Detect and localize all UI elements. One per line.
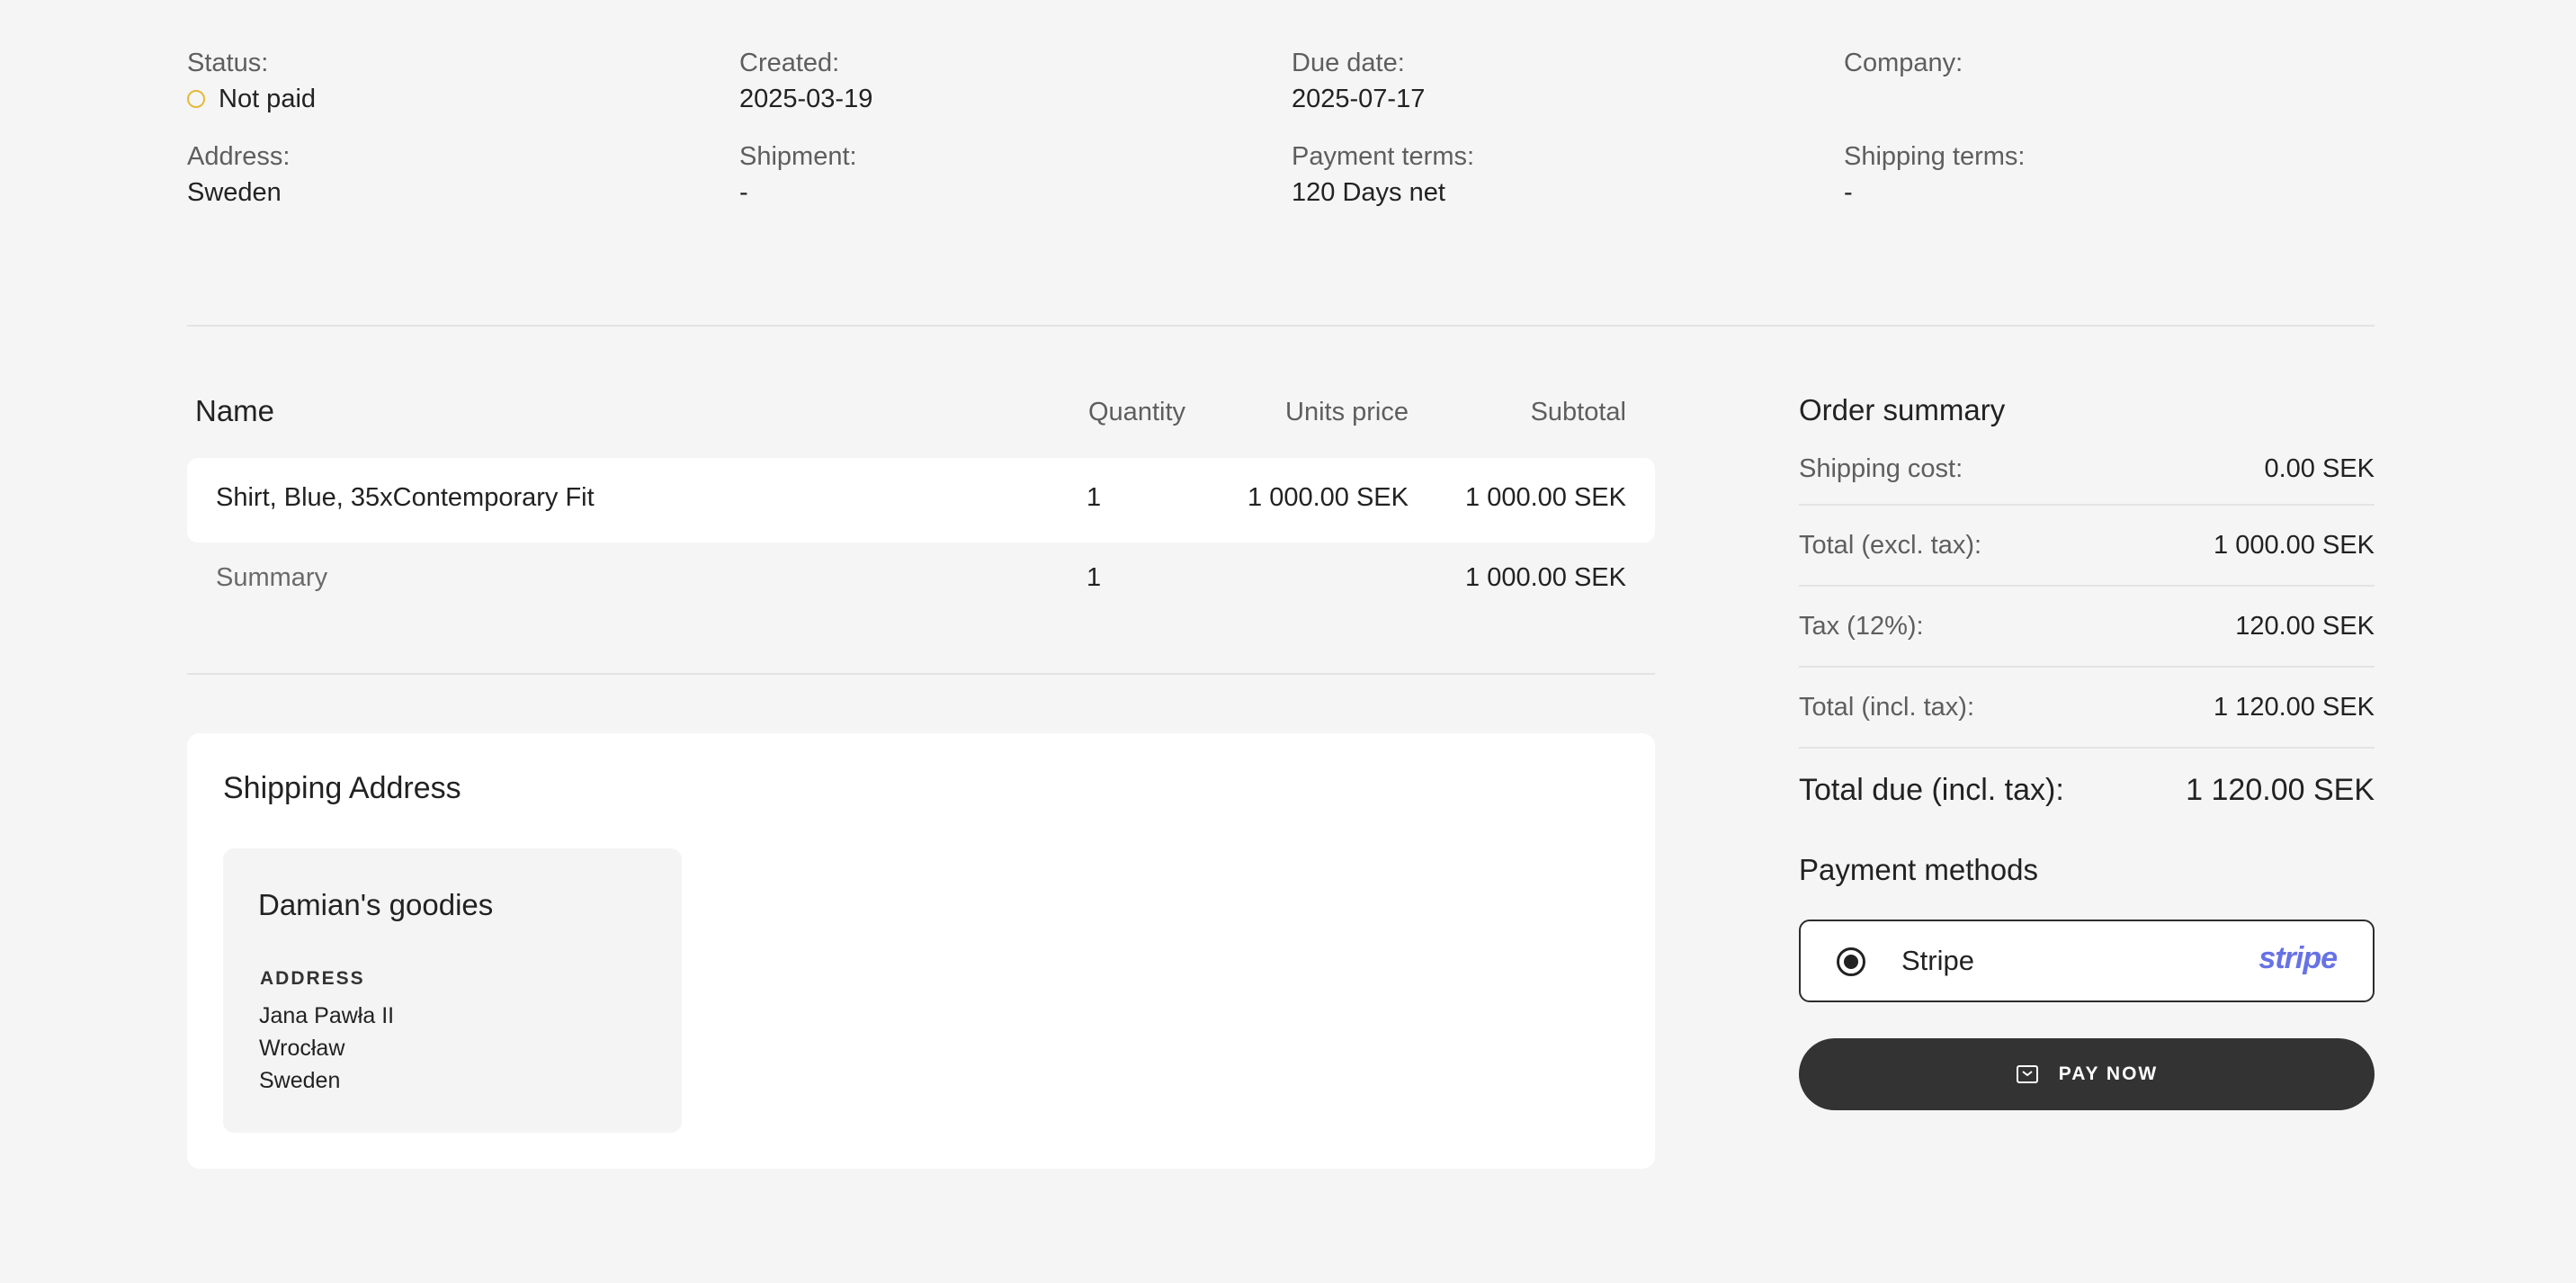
order-summary-title: Order summary [1799,393,2006,426]
summary-row-label: Total (incl. tax): [1799,692,1974,722]
company-label: Company: [1844,49,1963,77]
address-value: Sweden [187,178,282,207]
summary-label: Summary [216,563,328,592]
shipment-label: Shipment: [739,142,857,171]
item-subtotal: 1 000.00 SEK [1465,483,1626,512]
column-header-units-price: Units price [1285,398,1409,426]
payment-methods-title: Payment methods [1799,853,2038,886]
payment-terms-label: Payment terms: [1292,142,1475,171]
order-summary-panel: Order summary Shipping cost: 0.00 SEK To… [1799,387,2375,1110]
payment-option-stripe[interactable]: Stripe stripe [1799,920,2375,1002]
table-row: Shirt, Blue, 35xContemporary Fit 1 1 000… [187,458,1655,543]
stripe-logo: stripe [2258,941,2338,975]
payment-terms-value: 120 Days net [1292,178,1445,207]
summary-row-total-due: Total due (incl. tax): 1 120.00 SEK [1799,749,2375,831]
company-field: Company: [1844,45,2375,117]
summary-row-label: Total (excl. tax): [1799,530,1982,560]
shipping-address-title: Shipping Address [223,771,461,805]
status-text: Not paid [219,85,317,113]
summary-row-total-excl: Total (excl. tax): 1 000.00 SEK [1799,506,2375,587]
payment-method-label: Stripe [1901,945,1974,976]
address-field: Address: Sweden [187,139,739,211]
summary-row-value: 120.00 SEK [2235,611,2375,641]
pay-now-label: PAY NOW [2058,1063,2159,1084]
address-line: Sweden [259,1068,341,1093]
column-header-quantity: Quantity [1088,398,1185,426]
item-units-price: 1 000.00 SEK [1248,483,1409,512]
recipient-name: Damian's goodies [258,888,494,921]
created-value: 2025-03-19 [739,85,873,113]
table-summary-row: Summary 1 1 000.00 SEK [187,551,1655,610]
divider [187,673,1655,675]
summary-row-label: Shipping cost: [1799,453,1963,483]
divider [187,325,2375,327]
shipping-address-card: Shipping Address Damian's goodies ADDRES… [187,733,1655,1169]
shipment-field: Shipment: - [739,139,1292,211]
item-quantity: 1 [1087,483,1102,512]
total-due-value: 1 120.00 SEK [2186,772,2375,807]
status-value: Not paid [187,81,739,117]
status-field: Status: Not paid [187,45,739,117]
summary-row-label: Tax (12%): [1799,611,1924,641]
column-header-name: Name [195,394,275,427]
total-due-label: Total due (incl. tax): [1799,772,2064,807]
column-header-subtotal: Subtotal [1530,398,1626,426]
address-label: Address: [187,142,291,171]
summary-row-value: 1 120.00 SEK [2214,692,2375,722]
shipping-terms-value: - [1844,178,1853,207]
summary-subtotal: 1 000.00 SEK [1465,563,1626,592]
summary-row-value: 1 000.00 SEK [2214,530,2375,560]
items-table-header: Name Quantity Units price Subtotal [187,387,1655,437]
radio-selected-icon[interactable] [1837,947,1865,976]
pay-now-button[interactable]: PAY NOW [1799,1038,2375,1110]
item-name: Shirt, Blue, 35xContemporary Fit [216,483,595,512]
created-field: Created: 2025-03-19 [739,45,1292,117]
payment-terms-field: Payment terms: 120 Days net [1292,139,1844,211]
address-section-label: ADDRESS [260,968,365,989]
address-lines: Jana Pawła II Wrocław Sweden [259,1000,394,1097]
order-details: Status: Not paid Created: 2025-03-19 Due… [187,45,2375,211]
address-box: Damian's goodies ADDRESS Jana Pawła II W… [223,848,682,1133]
status-label: Status: [187,49,269,77]
created-label: Created: [739,49,840,77]
status-dot-icon [187,90,205,108]
shipping-terms-field: Shipping terms: - [1844,139,2375,211]
wallet-icon [2016,1065,2038,1083]
summary-quantity: 1 [1087,563,1102,592]
due-date-field: Due date: 2025-07-17 [1292,45,1844,117]
due-date-value: 2025-07-17 [1292,85,1426,113]
address-line: Jana Pawła II [259,1003,395,1028]
summary-row-value: 0.00 SEK [2264,453,2375,483]
shipping-terms-label: Shipping terms: [1844,142,2026,171]
summary-row-tax: Tax (12%): 120.00 SEK [1799,587,2375,668]
due-date-label: Due date: [1292,49,1405,77]
address-line: Wrocław [259,1036,345,1061]
summary-row-shipping: Shipping cost: 0.00 SEK [1799,434,2375,506]
shipment-value: - [739,178,748,207]
summary-row-total-incl: Total (incl. tax): 1 120.00 SEK [1799,668,2375,749]
